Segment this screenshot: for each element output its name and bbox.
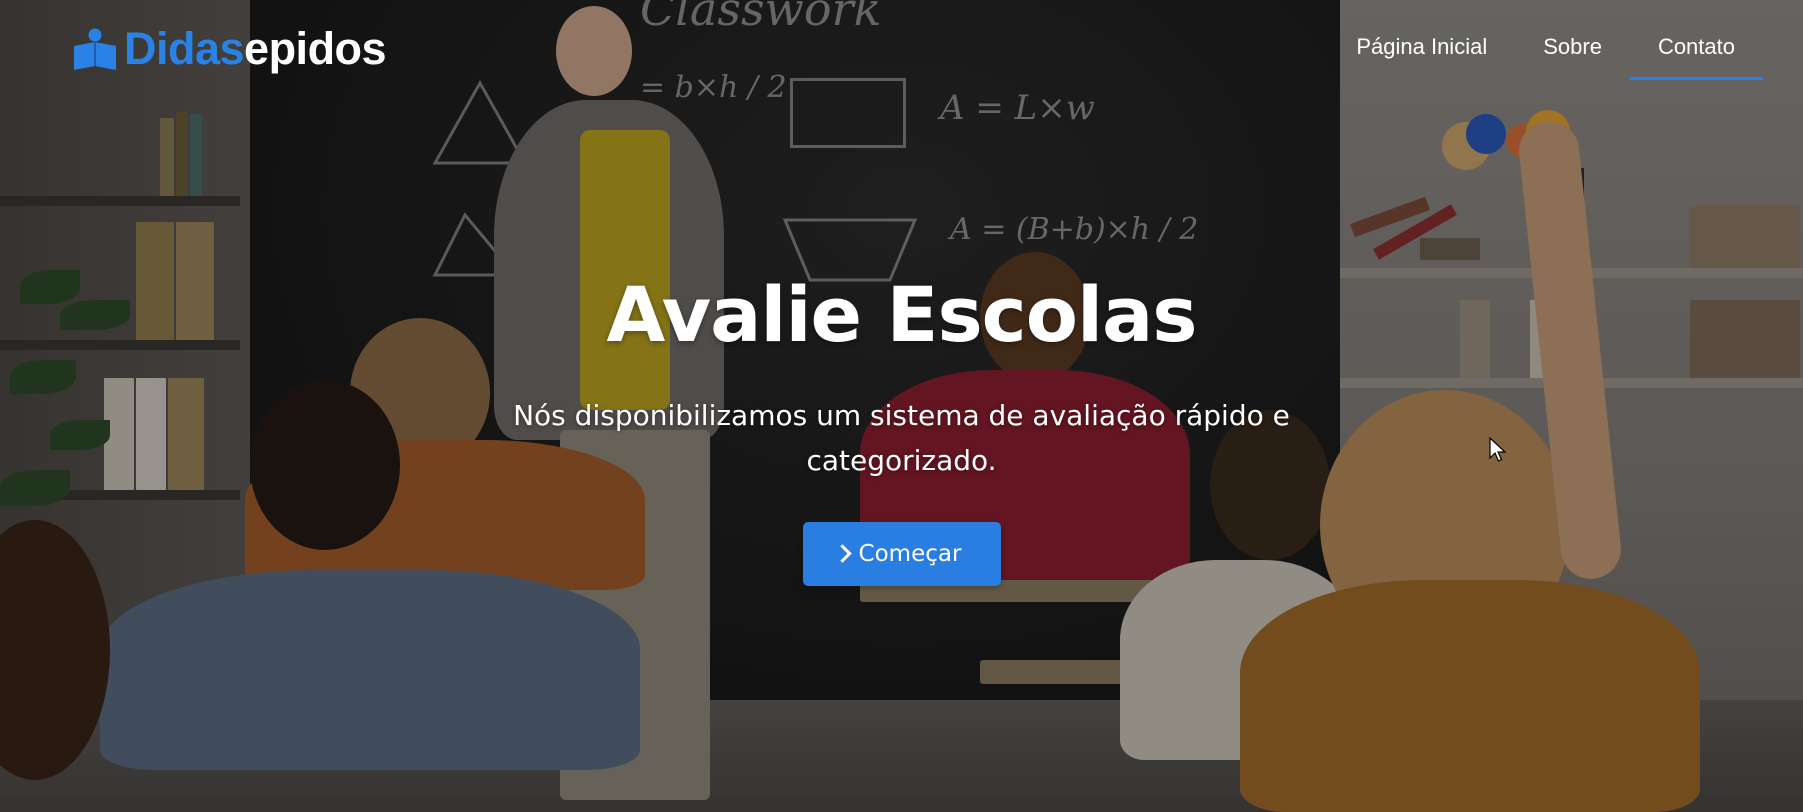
brand-name: Didasepidos xyxy=(124,23,387,75)
brand-name-part-1: Didas xyxy=(124,23,245,74)
mouse-pointer-icon xyxy=(1489,437,1507,462)
brand-name-part-2: epidos xyxy=(244,23,387,74)
students-group-icon xyxy=(72,26,118,72)
hero-subtitle: Nós disponibilizamos um sistema de avali… xyxy=(513,399,1290,478)
nav-links: Página Inicial Sobre Contato xyxy=(1328,18,1764,80)
nav-link-about[interactable]: Sobre xyxy=(1515,18,1630,80)
nav-link-contact[interactable]: Contato xyxy=(1629,18,1764,80)
brand-logo-link[interactable]: Didasepidos xyxy=(72,20,387,78)
top-navbar: Didasepidos Página Inicial Sobre Contato xyxy=(0,0,1803,95)
start-button[interactable]: Começar xyxy=(802,521,1001,586)
hero-content: Avalie Escolas Nós disponibilizamos um s… xyxy=(0,270,1803,586)
nav-link-home[interactable]: Página Inicial xyxy=(1328,18,1515,80)
hero-title: Avalie Escolas xyxy=(606,270,1197,359)
start-button-label: Começar xyxy=(858,540,962,567)
chevron-right-icon xyxy=(832,544,852,563)
hero-section: Classwork = b×h / 2 A = L×w A = (B+b)×h … xyxy=(0,0,1803,812)
